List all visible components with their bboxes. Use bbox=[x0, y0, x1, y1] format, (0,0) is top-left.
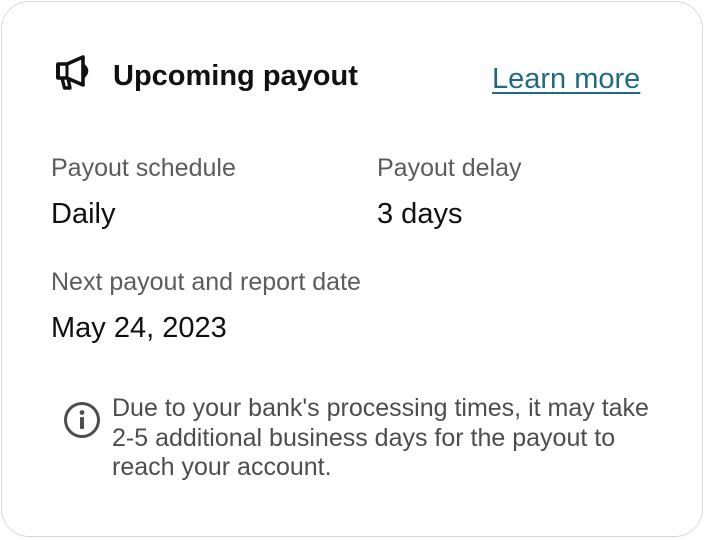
megaphone-icon bbox=[54, 55, 94, 91]
payout-schedule-label: Payout schedule bbox=[51, 154, 236, 182]
learn-more-link[interactable]: Learn more bbox=[492, 61, 640, 97]
next-payout-label: Next payout and report date bbox=[51, 268, 361, 296]
card-title: Upcoming payout bbox=[113, 60, 358, 92]
info-icon bbox=[63, 401, 101, 439]
payout-delay-label: Payout delay bbox=[377, 154, 522, 182]
payout-schedule-value: Daily bbox=[51, 198, 116, 230]
processing-notice-text: Due to your bank's processing times, it … bbox=[112, 394, 649, 481]
next-payout-value: May 24, 2023 bbox=[51, 312, 227, 344]
payout-delay-value: 3 days bbox=[377, 198, 463, 230]
upcoming-payout-card: Upcoming payout Learn more Payout schedu… bbox=[1, 1, 703, 537]
